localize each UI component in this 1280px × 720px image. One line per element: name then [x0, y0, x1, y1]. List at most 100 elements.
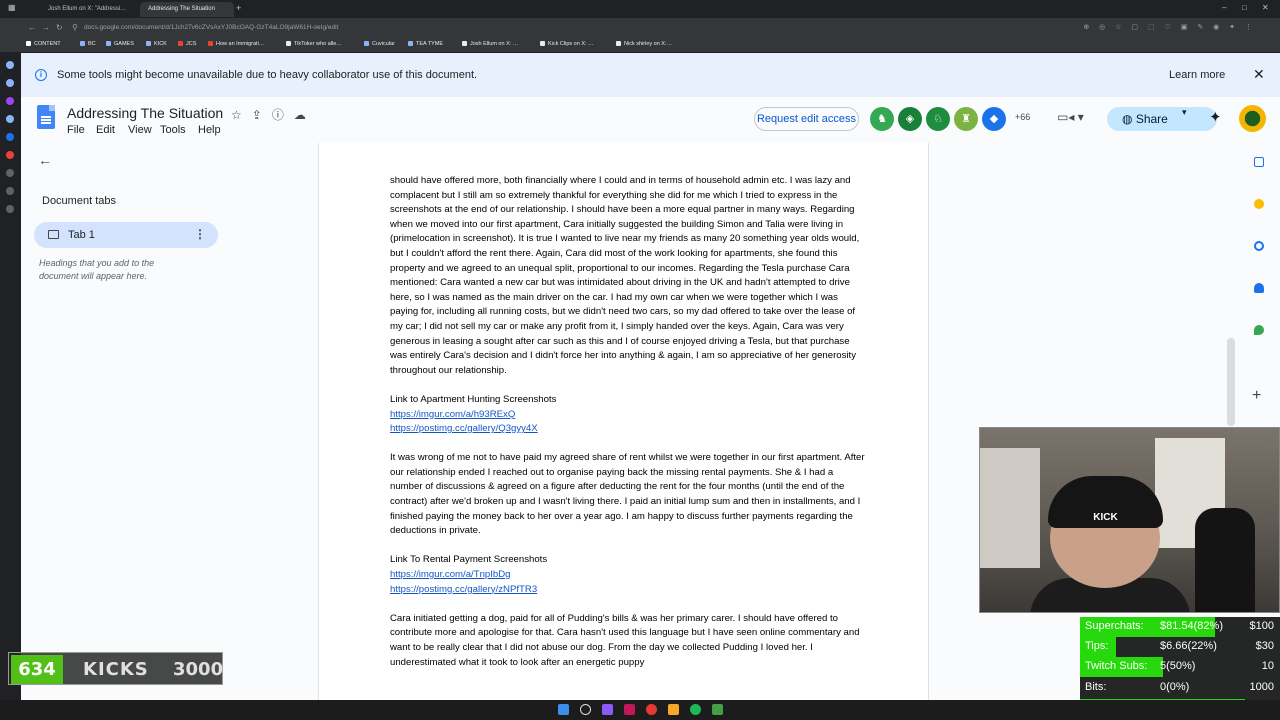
- goal-row: Tips: $6.66(22%) $30: [1080, 637, 1280, 657]
- collaborator-count[interactable]: +66: [1015, 112, 1030, 122]
- add-addon-icon[interactable]: +: [1252, 387, 1261, 405]
- sidepanel-icon[interactable]: [6, 169, 14, 177]
- close-icon[interactable]: ✕: [1253, 66, 1265, 83]
- back-icon[interactable]: ←: [28, 23, 36, 32]
- postimg-link[interactable]: https://postimg.cc/gallery/zNPfTR3: [390, 583, 865, 598]
- contacts-icon[interactable]: [1254, 283, 1264, 293]
- taskbar: [0, 700, 1280, 720]
- goal-row: Twitch Subs: 5(50%) 10: [1080, 657, 1280, 677]
- bookmark-tiktoker[interactable]: TikToker who alle…: [286, 41, 342, 47]
- sidepanel-icon[interactable]: [6, 187, 14, 195]
- move-icon[interactable]: ⇪: [252, 108, 272, 122]
- sidepanel-icon[interactable]: [6, 133, 14, 141]
- url-text[interactable]: docs.google.com/document/d/1Jch27v6cZVsA…: [84, 24, 338, 31]
- lock-globe-icon: ◍: [1122, 112, 1136, 126]
- sidepanel-icon[interactable]: [6, 79, 14, 87]
- file-explorer-icon[interactable]: [668, 704, 679, 715]
- share-dropdown-icon[interactable]: ▾: [1182, 107, 1187, 118]
- new-tab-icon[interactable]: +: [236, 3, 241, 13]
- goal-value: 5(50%): [1160, 660, 1196, 672]
- gemini-icon[interactable]: ✦: [1209, 108, 1222, 126]
- extension-icons[interactable]: ⊕ ◎ ☆ ▢ ⬚ ♡ ▣ ✎ ◉ ✦ ⋮: [1083, 23, 1256, 31]
- site-info-icon[interactable]: ⚲: [72, 23, 78, 32]
- bookmark-immigration[interactable]: How an Immigrati…: [208, 41, 264, 47]
- document-page[interactable]: should have offered more, both financial…: [318, 143, 929, 700]
- browser-tab-x[interactable]: Josh Ellum on X: "Addressi…: [40, 2, 136, 17]
- collaborator-avatar[interactable]: ♘: [926, 107, 950, 131]
- doc-tab-1[interactable]: Tab 1 ⋮: [34, 222, 218, 248]
- back-arrow-icon[interactable]: ←: [38, 152, 52, 168]
- menu-edit[interactable]: Edit: [96, 124, 115, 136]
- sidepanel-icon[interactable]: [6, 151, 14, 159]
- goal-value: $6.66(22%): [1160, 640, 1217, 652]
- reload-icon[interactable]: ↻: [56, 23, 63, 32]
- imgur-link[interactable]: https://imgur.com/a/h93RExQ: [390, 408, 865, 423]
- bookmark-josh-ellum[interactable]: Josh Ellum on X: …: [462, 41, 518, 47]
- menu-help[interactable]: Help: [198, 124, 221, 136]
- tasks-icon[interactable]: [1254, 241, 1264, 251]
- chrome-icon[interactable]: [646, 704, 657, 715]
- docs-logo-icon[interactable]: [37, 105, 55, 129]
- bookmark-tea-tyme[interactable]: TEA TYME: [408, 41, 443, 47]
- document-tabs-title: Document tabs: [42, 195, 116, 207]
- gaming-chair: [1195, 508, 1255, 612]
- bookmark-cuvicular[interactable]: Cuvicular: [364, 41, 395, 47]
- search-icon[interactable]: [580, 704, 591, 715]
- details-icon[interactable]: ⓘ: [272, 108, 294, 122]
- window: [980, 448, 1040, 568]
- collaborator-avatar[interactable]: ◈: [898, 107, 922, 131]
- learn-more-link[interactable]: Learn more: [1169, 69, 1225, 81]
- bookmark-content[interactable]: CONTENT: [26, 41, 61, 47]
- goal-value: 0(0%): [1160, 681, 1190, 693]
- sidepanel-icon[interactable]: [6, 61, 14, 69]
- collaborator-avatar[interactable]: ♞: [870, 107, 894, 131]
- bookmark-kick[interactable]: KICK: [146, 41, 167, 47]
- goal-target: 10: [1261, 660, 1274, 672]
- app-icon[interactable]: [624, 704, 635, 715]
- bookmark-kick-clips[interactable]: Kick Clips on X: …: [540, 41, 594, 47]
- spotify-icon[interactable]: [690, 704, 701, 715]
- doc-tab-label: Tab 1: [68, 229, 95, 241]
- minimize-icon[interactable]: –: [1222, 3, 1226, 12]
- windows-start-icon[interactable]: [558, 704, 569, 715]
- app-icon[interactable]: [712, 704, 723, 715]
- request-edit-access-button[interactable]: Request edit access: [754, 107, 859, 131]
- banner-message: Some tools might become unavailable due …: [57, 69, 478, 81]
- close-window-icon[interactable]: ✕: [1262, 3, 1269, 12]
- bookmark-jcs[interactable]: JCS: [178, 41, 196, 47]
- user-avatar[interactable]: [1239, 105, 1266, 132]
- bookmark-nick-shirley[interactable]: Nick shirley on X:…: [616, 41, 672, 47]
- menu-view[interactable]: View: [128, 124, 152, 136]
- sidepanel-icon[interactable]: [6, 205, 14, 213]
- link-heading: Link to Apartment Hunting Screenshots: [390, 393, 557, 405]
- keep-icon[interactable]: [1254, 199, 1264, 209]
- menu-file[interactable]: File: [67, 124, 85, 136]
- star-icon[interactable]: ☆: [231, 108, 252, 122]
- document-title[interactable]: Addressing The Situation: [67, 105, 223, 121]
- forward-icon[interactable]: →: [42, 23, 50, 32]
- maps-icon[interactable]: [1254, 325, 1264, 335]
- scrollbar[interactable]: [1227, 338, 1235, 426]
- imgur-link[interactable]: https://imgur.com/a/TnpIbDg: [390, 568, 865, 583]
- menu-tools[interactable]: Tools: [160, 124, 186, 136]
- more-vert-icon[interactable]: ⋮: [194, 227, 206, 241]
- share-button[interactable]: ◍ Share: [1107, 107, 1217, 131]
- sidepanel-icon[interactable]: [6, 97, 14, 105]
- goal-row: Bits: 0(0%) 1000: [1080, 678, 1280, 698]
- postimg-link[interactable]: https://postimg.cc/gallery/Q3gyy4X: [390, 422, 865, 437]
- browser-tab-docs[interactable]: Addressing The Situation: [140, 2, 234, 17]
- cloud-status-icon[interactable]: ☁: [294, 108, 316, 122]
- bookmark-games[interactable]: GAMES: [106, 41, 134, 47]
- sidepanel-icon[interactable]: [6, 115, 14, 123]
- maximize-icon[interactable]: □: [1242, 3, 1247, 12]
- app-grid-icon[interactable]: ▦: [8, 3, 16, 12]
- collaborator-warning-banner: i Some tools might become unavailable du…: [21, 53, 1280, 97]
- webcam-overlay: KICK: [979, 427, 1280, 613]
- calendar-icon[interactable]: [1254, 157, 1264, 167]
- bookmark-bc[interactable]: BC: [80, 41, 96, 47]
- collaborator-avatar[interactable]: ◆: [982, 107, 1006, 131]
- app-icon[interactable]: [602, 704, 613, 715]
- meet-icon[interactable]: ▭◂ ▾: [1057, 110, 1084, 124]
- info-icon: i: [35, 69, 47, 81]
- collaborator-avatar[interactable]: ♜: [954, 107, 978, 131]
